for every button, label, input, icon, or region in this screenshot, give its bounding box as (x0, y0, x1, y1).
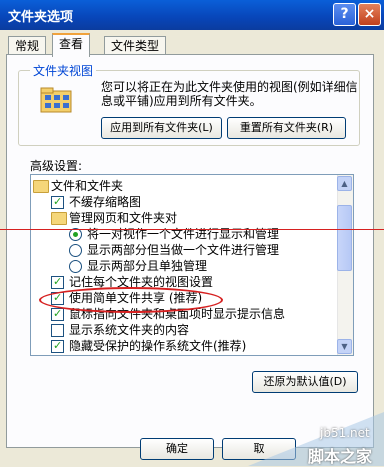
checkbox[interactable] (51, 306, 64, 322)
window-title: 文件夹选项 (8, 10, 74, 25)
item-label: 管理网页和文件夹对 (69, 211, 178, 225)
checkbox[interactable] (51, 324, 64, 337)
scroll-thumb[interactable] (337, 205, 352, 271)
reset-all-folders-button[interactable]: 重置所有文件夹(R) (227, 117, 346, 139)
item-label: 显示系统文件夹的内容 (69, 323, 190, 337)
item-label: 隐藏受保护的操作系统文件(推荐) (69, 339, 247, 353)
item-label: 不缓存缩略图 (69, 195, 142, 209)
checkbox[interactable] (51, 338, 64, 354)
advanced-settings-label: 高级设置: (30, 159, 83, 173)
scroll-up-icon[interactable]: ▲ (337, 176, 352, 191)
watermark-name: 脚本之家 (308, 447, 373, 466)
checkbox[interactable] (51, 194, 64, 210)
radio-button[interactable] (69, 260, 82, 273)
help-button[interactable]: ? (333, 3, 356, 26)
tab-view[interactable]: 查看 (52, 33, 91, 57)
ok-button[interactable]: 确定 (140, 438, 214, 460)
item-label: 文件和文件夹 (51, 179, 124, 193)
folder-view-label: 文件夹视图 (30, 62, 97, 79)
tab-file-types[interactable]: 文件类型 (104, 36, 167, 55)
item-label: 显示两部分但当做一个文件进行管理 (87, 243, 280, 257)
annotation-line (0, 229, 384, 230)
radio-button[interactable] (69, 244, 82, 257)
advanced-settings-list[interactable]: 文件和文件夹 不缓存缩略图 管理网页和文件夹对 将一对视作一个文件进行显示和管理… (30, 174, 354, 356)
checkbox[interactable] (51, 274, 64, 290)
tab-general[interactable]: 常规 (8, 36, 47, 55)
close-button[interactable]: × (358, 3, 381, 26)
scroll-down-icon[interactable]: ▼ (337, 339, 352, 354)
title-bar: 文件夹选项 ? × (0, 0, 384, 30)
apply-to-all-folders-button[interactable]: 应用到所有文件夹(L) (101, 117, 222, 139)
restore-defaults-button[interactable]: 还原为默认值(D) (252, 371, 358, 393)
item-label: 显示两部分且单独管理 (87, 259, 208, 273)
annotation-ellipse (39, 287, 223, 313)
scrollbar[interactable]: ▲ ▼ (337, 175, 353, 355)
folder-icon (51, 212, 67, 225)
folder-view-description: 您可以将正在为此文件夹使用的视图(例如详细信息或平铺)应用到所有文件夹。 (101, 80, 358, 108)
folder-icon (33, 180, 49, 193)
watermark-site: jb51.net (320, 426, 370, 440)
folder-view-icon (40, 87, 72, 113)
